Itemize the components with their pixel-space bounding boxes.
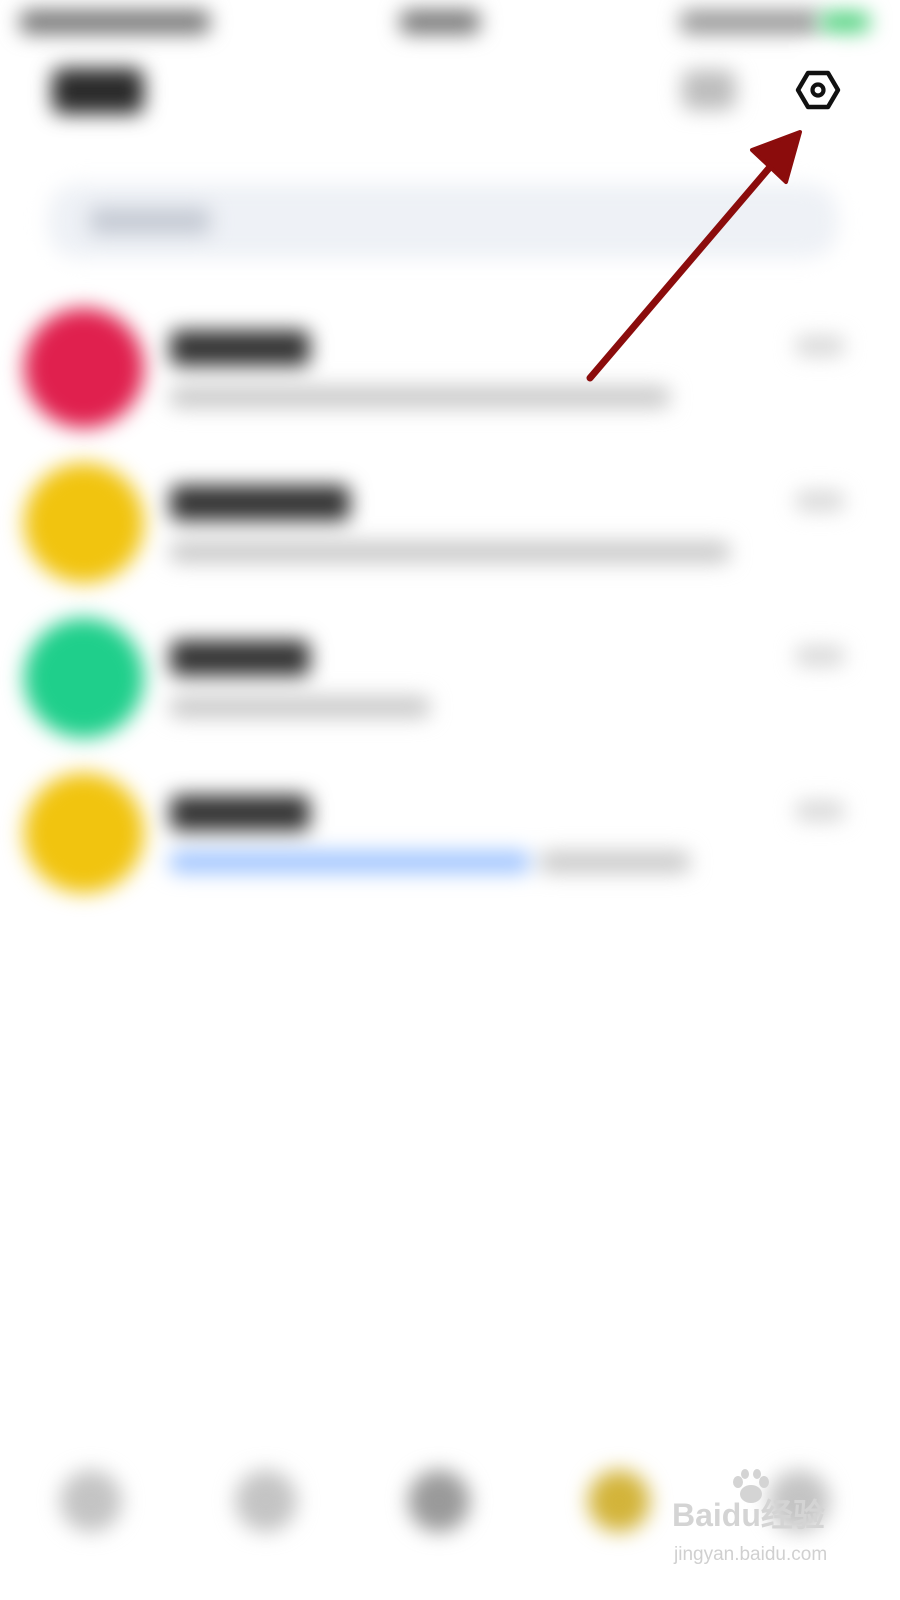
battery-icon (820, 12, 870, 32)
status-bar-carrier (20, 10, 210, 34)
chat-preview-link (170, 851, 530, 873)
avatar (24, 618, 144, 738)
chat-row[interactable] (0, 455, 900, 605)
watermark-url: jingyan.baidu.com (674, 1544, 828, 1565)
avatar (24, 463, 144, 583)
tab-me[interactable] (588, 1470, 650, 1532)
chat-row[interactable] (0, 610, 900, 760)
chat-title (170, 640, 310, 676)
add-button[interactable] (682, 70, 736, 110)
chat-time (796, 336, 844, 356)
page-title (52, 68, 144, 114)
chat-time (796, 491, 844, 511)
chat-title (170, 485, 350, 521)
watermark-brand: Baidu经验 (672, 1497, 825, 1533)
chat-preview (170, 541, 730, 563)
chat-row[interactable] (0, 765, 900, 915)
avatar (24, 773, 144, 893)
chat-time (796, 646, 844, 666)
settings-hexagon-icon (795, 70, 841, 110)
chat-preview (170, 696, 430, 718)
search-placeholder (90, 208, 210, 234)
status-bar-time (400, 10, 480, 34)
status-bar-indicators (680, 10, 820, 34)
avatar (24, 308, 144, 428)
chat-preview (170, 386, 670, 408)
chat-time (796, 801, 844, 821)
chat-title (170, 330, 310, 366)
tab-contacts[interactable] (235, 1470, 297, 1532)
chat-title (170, 795, 310, 831)
settings-button[interactable] (784, 56, 852, 124)
tab-messages[interactable] (60, 1470, 122, 1532)
chat-row[interactable] (0, 300, 900, 450)
tab-discover[interactable] (408, 1470, 470, 1532)
watermark: Baidu经验 jingyan.baidu.com (672, 1468, 882, 1588)
chat-preview (540, 851, 690, 873)
